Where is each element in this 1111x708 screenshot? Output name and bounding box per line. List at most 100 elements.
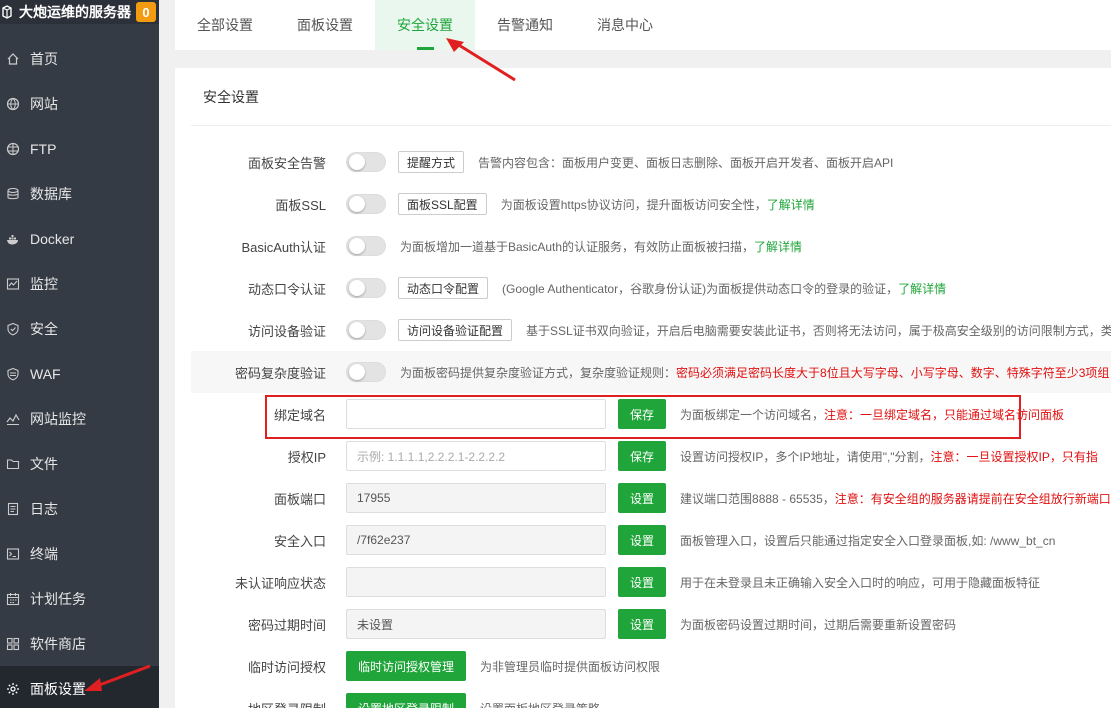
sidebar-item-panel-settings[interactable]: 面板设置	[0, 666, 159, 708]
sidebar-item-cron[interactable]: 计划任务	[0, 576, 159, 621]
row-desc: 基于SSL证书双向验证，开启后电脑需要安装此证书，否则将无法访问，属于极高安全级…	[526, 323, 1111, 338]
sidebar-item-label: Docker	[30, 230, 75, 247]
learn-more-link[interactable]: 了解详情	[754, 240, 802, 254]
basicauth-toggle[interactable]	[346, 236, 386, 256]
panel-alert-toggle[interactable]	[346, 152, 386, 172]
notification-badge[interactable]: 0	[136, 2, 156, 22]
tab-message-center[interactable]: 消息中心	[575, 0, 675, 50]
sidebar: 大炮运维的服务器 0 首页 网站 FTP 数据库 Docker 监控 安全 WA…	[0, 0, 159, 708]
set-entry-button[interactable]: 设置	[618, 525, 667, 555]
security-settings-panel: 安全设置 面板安全告警 提醒方式 告警内容包含：面板用户变更、面板日志删除、面板…	[175, 68, 1111, 708]
row-password-complexity: 密码复杂度验证 为面板密码提供复杂度验证方式，复杂度验证规则：密码必须满足密码长…	[191, 351, 1111, 393]
sidebar-item-security[interactable]: 安全	[0, 306, 159, 351]
password-complexity-toggle[interactable]	[346, 362, 386, 382]
sidebar-item-home[interactable]: 首页	[0, 36, 159, 81]
sidebar-item-label: 文件	[30, 455, 58, 472]
sidebar-item-label: 首页	[30, 50, 58, 67]
sidebar-item-database[interactable]: 数据库	[0, 171, 159, 216]
row-label: BasicAuth认证	[241, 239, 326, 255]
sidebar-item-label: 网站监控	[30, 410, 86, 427]
sidebar-item-website[interactable]: 网站	[0, 81, 159, 126]
device-verify-toggle[interactable]	[346, 320, 386, 340]
row-label: 未认证响应状态	[234, 575, 326, 591]
sidebar-item-label: 面板设置	[30, 680, 86, 697]
panel-port-input[interactable]: 17955	[346, 483, 606, 513]
set-port-button[interactable]: 设置	[618, 483, 667, 513]
sidebar-item-ftp[interactable]: FTP	[0, 126, 159, 171]
tab-alert-notify[interactable]: 告警通知	[475, 0, 575, 50]
sidebar-item-store[interactable]: 软件商店	[0, 621, 159, 666]
authorized-ip-input[interactable]: 示例: 1.1.1.1,2.2.2.1-2.2.2.2	[346, 441, 606, 471]
row-panel-alert: 面板安全告警 提醒方式 告警内容包含：面板用户变更、面板日志删除、面板开启开发者…	[191, 141, 1111, 183]
row-unauth-response: 未认证响应状态 设置 用于在未登录且未正确输入安全入口时的响应，可用于隐藏面板特…	[191, 561, 1111, 603]
sidebar-item-label: 计划任务	[30, 590, 86, 607]
folder-icon	[6, 457, 20, 471]
learn-more-link[interactable]: 了解详情	[898, 282, 946, 296]
sidebar-item-logs[interactable]: 日志	[0, 486, 159, 531]
site-monitor-icon	[6, 412, 20, 426]
tab-panel-settings[interactable]: 面板设置	[275, 0, 375, 50]
sidebar-item-label: 网站	[30, 95, 58, 112]
password-expire-input[interactable]: 未设置	[346, 609, 606, 639]
alert-method-button[interactable]: 提醒方式	[398, 151, 465, 173]
otp-toggle[interactable]	[346, 278, 386, 298]
row-desc: 面板管理入口，设置后只能通过指定安全入口登录面板,如: /www_bt_cn	[680, 533, 1056, 548]
sidebar-item-monitor[interactable]: 监控	[0, 261, 159, 306]
row-desc: 为面板密码设置过期时间，过期后需要重新设置密码	[680, 617, 957, 632]
security-entry-input[interactable]: /7f62e237	[346, 525, 606, 555]
temp-auth-manage-button[interactable]: 临时访问授权管理	[346, 651, 467, 681]
panel-ssl-toggle[interactable]	[346, 194, 386, 214]
sidebar-item-waf[interactable]: WAF	[0, 351, 159, 396]
row-label: 面板SSL	[275, 197, 326, 213]
set-password-expire-button[interactable]: 设置	[618, 609, 667, 639]
row-label: 临时访问授权	[247, 659, 326, 675]
sidebar-item-label: 监控	[30, 275, 58, 292]
region-limit-button[interactable]: 设置地区登录限制	[346, 693, 467, 708]
row-desc: 为面板设置https协议访问，提升面板访问安全性，了解详情	[500, 197, 815, 212]
warning-text: 注意：一旦绑定域名，只能通过域名访问面板	[824, 407, 1065, 422]
panel-title: 安全设置	[191, 68, 1111, 126]
sidebar-brand: 大炮运维的服务器 0	[0, 0, 159, 24]
settings-tabs: 全部设置 面板设置 安全设置 告警通知 消息中心	[175, 0, 1111, 50]
learn-more-link[interactable]: 了解详情	[767, 198, 815, 212]
unauth-response-input[interactable]	[346, 567, 606, 597]
row-panel-port: 面板端口 17955 设置 建议端口范围8888 - 65535，注意：有安全组…	[191, 477, 1111, 519]
row-desc: 为非管理员临时提供面板访问权限	[480, 659, 661, 674]
sidebar-nav: 首页 网站 FTP 数据库 Docker 监控 安全 WAF 网站监控 文件 日…	[0, 36, 159, 708]
row-temp-auth: 临时访问授权 临时访问授权管理 为非管理员临时提供面板访问权限	[191, 645, 1111, 687]
otp-config-button[interactable]: 动态口令配置	[398, 277, 489, 299]
domain-input[interactable]	[346, 399, 606, 429]
row-desc: 告警内容包含：面板用户变更、面板日志删除、面板开启开发者、面板开启API	[478, 155, 894, 170]
server-name: 大炮运维的服务器	[19, 4, 131, 20]
sidebar-item-label: WAF	[30, 365, 61, 382]
row-label: 面板端口	[273, 491, 326, 507]
monitor-chart-icon	[6, 277, 20, 291]
calendar-icon	[6, 592, 20, 606]
sidebar-item-files[interactable]: 文件	[0, 441, 159, 486]
row-desc: 为面板增加一道基于BasicAuth的认证服务，有效防止面板被扫描，了解详情	[400, 239, 803, 254]
device-verify-config-button[interactable]: 访问设备验证配置	[398, 319, 513, 341]
warning-text: 注意：一旦设置授权IP，只有指	[930, 449, 1098, 464]
save-domain-button[interactable]: 保存	[618, 399, 667, 429]
tab-all-settings[interactable]: 全部设置	[175, 0, 275, 50]
set-unauth-button[interactable]: 设置	[618, 567, 667, 597]
globe-icon	[6, 97, 20, 111]
warning-text: 注意：有安全组的服务器请提前在安全组放行新端口	[834, 491, 1111, 506]
sidebar-item-docker[interactable]: Docker	[0, 216, 159, 261]
sidebar-item-site-monitor[interactable]: 网站监控	[0, 396, 159, 441]
row-desc: (Google Authenticator，谷歌身份认证)为面板提供动态口令的登…	[502, 281, 947, 296]
row-label: 密码过期时间	[247, 617, 326, 633]
row-desc: 建议端口范围8888 - 65535，注意：有安全组的服务器请提前在安全组放行新…	[680, 491, 1111, 506]
ssl-config-button[interactable]: 面板SSL配置	[398, 193, 487, 215]
row-label: 动态口令认证	[247, 281, 326, 297]
sidebar-item-label: 终端	[30, 545, 58, 562]
tab-security-settings[interactable]: 安全设置	[375, 0, 475, 50]
row-label: 密码复杂度验证	[234, 365, 326, 381]
save-ip-button[interactable]: 保存	[618, 441, 667, 471]
sidebar-item-label: 软件商店	[30, 635, 86, 652]
warning-text: 密码必须满足密码长度大于8位且大写字母、小写字母、数字、特殊字符至少3项组	[676, 365, 1110, 380]
row-label: 地区登录限制	[191, 699, 326, 708]
row-desc: 为面板密码提供复杂度验证方式，复杂度验证规则：密码必须满足密码长度大于8位且大写…	[400, 365, 1110, 380]
sidebar-item-terminal[interactable]: 终端	[0, 531, 159, 576]
database-icon	[6, 187, 20, 201]
